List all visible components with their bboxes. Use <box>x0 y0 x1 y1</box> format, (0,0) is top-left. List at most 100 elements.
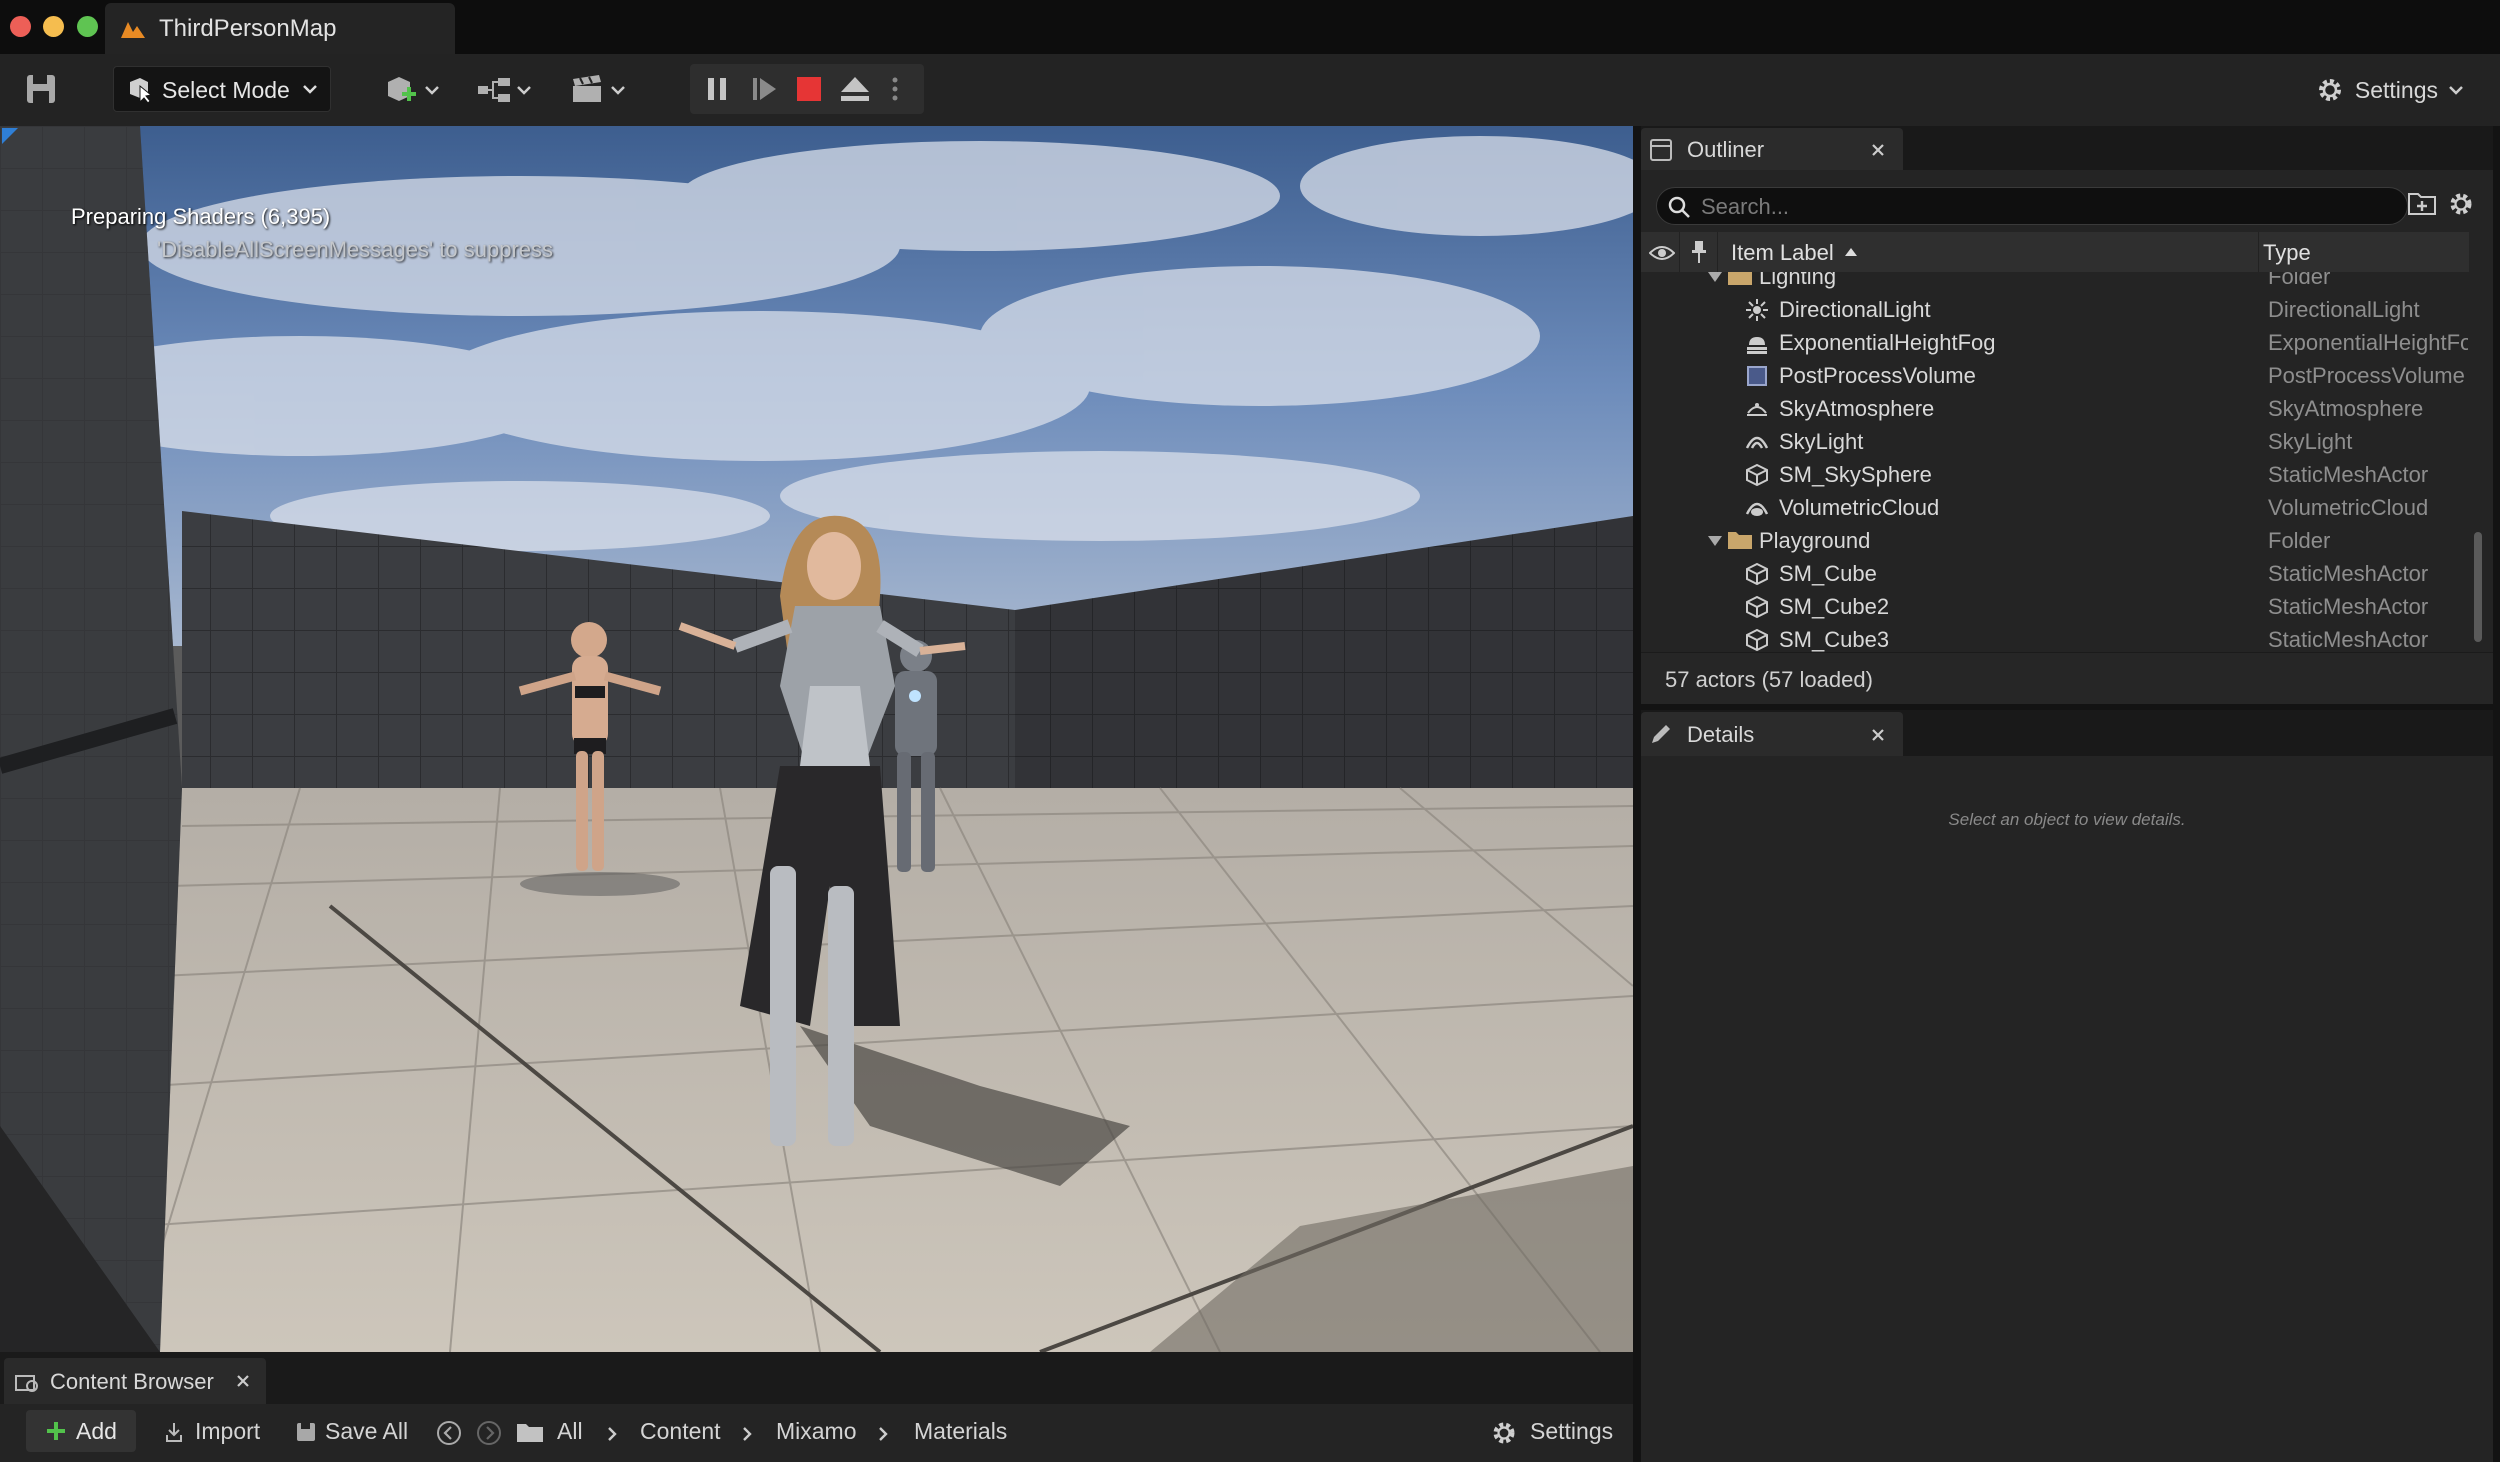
more-options-icon[interactable] <box>890 76 900 102</box>
actor-count: 57 actors (57 loaded) <box>1665 667 1873 692</box>
tree-row-type: VolumetricCloud <box>2268 495 2429 520</box>
settings-button[interactable]: Settings <box>2315 70 2464 110</box>
tree-row[interactable]: SM_SkySphere StaticMeshActor <box>1641 458 2469 491</box>
close-window-button[interactable] <box>10 16 31 37</box>
outliner-tab[interactable]: Outliner <box>1641 128 1903 170</box>
chevron-down-icon <box>611 86 625 95</box>
tree-row-label: SkyAtmosphere <box>1779 396 1935 421</box>
level-viewport[interactable]: Preparing Shaders (6,395) 'DisableAllScr… <box>0 126 1633 1352</box>
tree-row[interactable]: SM_Cube2 StaticMeshActor <box>1641 590 2469 623</box>
sky-light-icon <box>1745 436 1769 449</box>
folder-icon[interactable] <box>516 1421 544 1443</box>
close-icon[interactable] <box>236 1374 250 1388</box>
column-item-label[interactable]: Item Label <box>1731 240 1834 266</box>
level-icon <box>121 22 145 38</box>
tree-row-label: SM_SkySphere <box>1779 462 1932 487</box>
cinematics-button[interactable] <box>566 66 634 112</box>
path-mixamo[interactable]: Mixamo <box>776 1418 857 1445</box>
close-icon[interactable] <box>1871 143 1885 157</box>
chevron-right-icon <box>743 1427 752 1441</box>
static-mesh-icon <box>1746 628 1768 652</box>
outliner-scrollbar[interactable] <box>2474 532 2482 642</box>
tree-row[interactable]: SkyLight SkyLight <box>1641 425 2469 458</box>
search-placeholder: Search... <box>1701 194 1790 219</box>
settings-label: Settings <box>2354 76 2438 103</box>
static-mesh-icon <box>1746 562 1768 586</box>
volumetric-cloud-icon <box>1745 502 1769 516</box>
main-toolbar: Select Mode Settings <box>0 54 2500 126</box>
tree-row[interactable]: DirectionalLight DirectionalLight <box>1641 293 2469 326</box>
suppress-hint: 'DisableAllScreenMessages' to suppress <box>157 237 554 262</box>
eye-icon[interactable] <box>1649 244 1675 262</box>
outliner-icon <box>1650 139 1672 161</box>
tree-row[interactable]: SM_Cube StaticMeshActor <box>1641 557 2469 590</box>
path-materials[interactable]: Materials <box>914 1418 1007 1445</box>
chevron-down-icon <box>2449 86 2463 95</box>
add-actor-icon <box>388 77 416 101</box>
blueprint-button[interactable] <box>472 66 540 112</box>
gear-icon <box>1493 1422 1515 1444</box>
back-icon[interactable] <box>436 1420 462 1446</box>
folder-icon <box>1728 532 1752 549</box>
tree-row[interactable]: PostProcessVolume PostProcessVolume <box>1641 359 2469 392</box>
gear-icon[interactable] <box>2447 190 2475 218</box>
details-tab-label: Details <box>1687 722 1755 747</box>
expand-arrow-icon[interactable] <box>1707 534 1723 548</box>
tree-row-label: Playground <box>1759 528 1871 553</box>
details-tab[interactable]: Details <box>1641 712 1903 756</box>
close-icon[interactable] <box>1871 728 1885 742</box>
save-all-label: Save All <box>325 1418 409 1444</box>
tree-row-label: ExponentialHeightFog <box>1779 330 1996 355</box>
tree-row-type: StaticMeshActor <box>2268 462 2429 487</box>
zoom-window-button[interactable] <box>77 16 98 37</box>
tree-row-type: Folder <box>2268 272 2331 289</box>
content-browser-tab[interactable]: Content Browser <box>4 1358 266 1404</box>
add-button[interactable]: Add <box>26 1410 136 1452</box>
document-tab[interactable]: ThirdPersonMap <box>105 3 455 54</box>
pencil-icon <box>1652 725 1670 743</box>
expand-arrow-icon[interactable] <box>1707 272 1723 284</box>
pin-icon[interactable] <box>1691 240 1707 264</box>
chevron-right-icon <box>879 1427 888 1441</box>
details-panel: Details Select an object to view details… <box>1641 710 2493 1462</box>
outliner-search-input[interactable]: Search... <box>1656 187 2408 225</box>
content-browser-tabbar: Content Browser <box>0 1352 1633 1404</box>
forward-icon[interactable] <box>476 1420 502 1446</box>
step-icon[interactable] <box>750 76 778 102</box>
path-all[interactable]: All <box>557 1418 583 1445</box>
tree-row-folder[interactable]: Lighting Folder <box>1641 272 2469 293</box>
play-controls <box>690 64 924 114</box>
select-mode-dropdown[interactable]: Select Mode <box>113 66 331 112</box>
minimize-window-button[interactable] <box>43 16 64 37</box>
tree-row[interactable]: VolumetricCloud VolumetricCloud <box>1641 491 2469 524</box>
import-label: Import <box>195 1418 261 1444</box>
select-mode-label: Select Mode <box>162 77 290 103</box>
eject-icon[interactable] <box>840 76 870 102</box>
tree-row-label: SM_Cube2 <box>1779 594 1890 619</box>
stop-icon[interactable] <box>796 76 822 102</box>
add-folder-icon[interactable] <box>2407 190 2437 218</box>
path-content[interactable]: Content <box>640 1418 721 1445</box>
gear-icon <box>2318 79 2341 101</box>
chevron-down-icon <box>517 86 531 95</box>
static-mesh-icon <box>1746 595 1768 619</box>
post-process-volume-icon <box>1747 366 1767 386</box>
blueprint-icon <box>478 78 510 102</box>
tree-row-folder[interactable]: Playground Folder <box>1641 524 2469 557</box>
tree-row[interactable]: SkyAtmosphere SkyAtmosphere <box>1641 392 2469 425</box>
pause-icon[interactable] <box>704 76 730 102</box>
tree-row[interactable]: ExponentialHeightFog ExponentialHeightFo… <box>1641 326 2469 359</box>
fog-icon <box>1747 337 1767 354</box>
tree-row[interactable]: SM_Cube3 StaticMeshActor <box>1641 623 2469 652</box>
details-empty-message: Select an object to view details. <box>1948 810 2186 829</box>
add-actor-button[interactable] <box>378 66 448 112</box>
tree-row-type: ExponentialHeightFog <box>2268 330 2468 355</box>
plus-icon <box>47 1422 65 1440</box>
save-icon[interactable] <box>24 72 58 106</box>
tree-row-label: SM_Cube <box>1779 561 1877 586</box>
tree-row-type: PostProcessVolume <box>2268 363 2465 388</box>
column-type[interactable]: Type <box>2263 240 2311 266</box>
tree-row-type: Folder <box>2268 528 2331 553</box>
select-mode-icon <box>130 78 153 104</box>
outliner-tree: Lighting Folder DirectionalLight Directi… <box>1641 272 2493 652</box>
